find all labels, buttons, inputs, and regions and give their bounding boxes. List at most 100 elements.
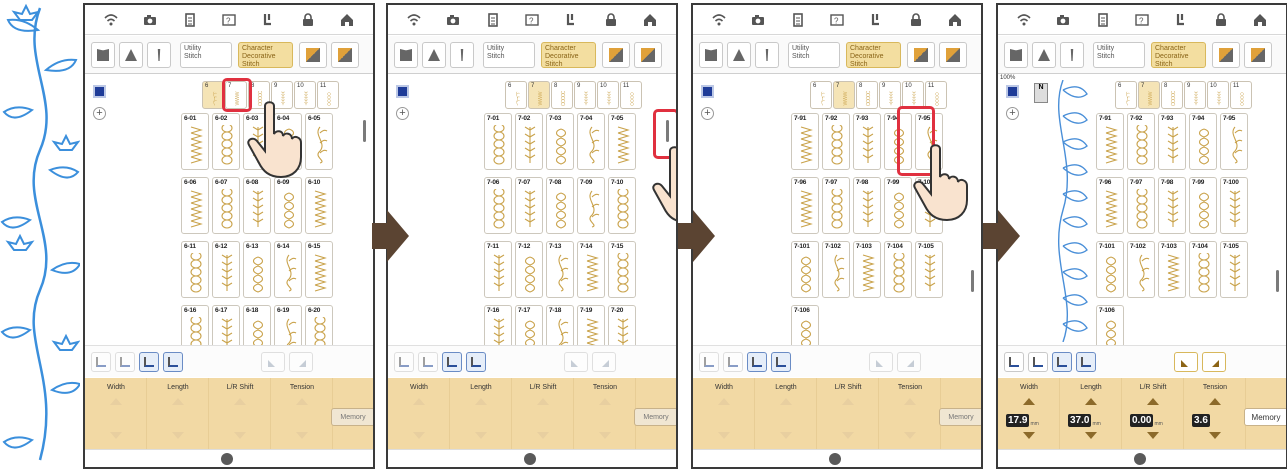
lock-icon[interactable] — [1213, 12, 1229, 28]
add-button[interactable]: + — [93, 107, 106, 120]
pattern-tab-9[interactable]: 9 — [879, 81, 901, 109]
stitch-tile[interactable]: 7-98 — [1158, 177, 1186, 234]
needle-button[interactable] — [147, 42, 171, 68]
home-button-icon[interactable] — [1134, 453, 1146, 465]
stitch-tile[interactable]: 7-95 — [1220, 113, 1248, 170]
help-icon[interactable]: ? — [1134, 12, 1150, 28]
book-button[interactable] — [1004, 42, 1028, 68]
stitch-tile[interactable]: 7-102 — [1127, 241, 1155, 298]
tension-decrease-button[interactable] — [1209, 432, 1221, 439]
width-increase-button[interactable] — [718, 398, 730, 405]
stitch-tile[interactable]: 7-101 — [791, 241, 819, 298]
mirror-up-button[interactable] — [261, 352, 285, 372]
mirror-up-button[interactable] — [869, 352, 893, 372]
stitch-tile[interactable]: 7-06 — [484, 177, 512, 234]
stitch-tile[interactable]: 7-101 — [1096, 241, 1124, 298]
scissors-button[interactable] — [723, 352, 743, 372]
stitch-tile[interactable]: 7-93 — [1158, 113, 1186, 170]
shift-increase-button[interactable] — [234, 398, 246, 405]
length-decrease-button[interactable] — [475, 432, 487, 439]
stitch-tile[interactable]: 6-08 — [243, 177, 271, 234]
pattern-tab-7[interactable]: 7 — [1138, 81, 1160, 109]
stitch-tile[interactable]: 6-10 — [305, 177, 333, 234]
thread-cutter-button[interactable] — [699, 352, 719, 372]
triangle-button[interactable] — [727, 42, 751, 68]
wifi-icon[interactable] — [1016, 12, 1032, 28]
stitch-tile[interactable]: 7-08 — [546, 177, 574, 234]
mirror-down-button[interactable] — [1202, 352, 1226, 372]
book-button[interactable] — [394, 42, 418, 68]
character-decorative-stitch-tab[interactable]: Character Decorative Stitch — [1151, 42, 1206, 68]
camera-icon[interactable] — [445, 12, 461, 28]
stitch-tile[interactable]: 6-13 — [243, 241, 271, 298]
length-increase-button[interactable] — [475, 398, 487, 405]
stitch-tile[interactable]: 7-09 — [577, 177, 605, 234]
width-increase-button[interactable] — [1023, 398, 1035, 405]
pattern-scrollbar[interactable] — [1276, 270, 1279, 292]
stitch-tile[interactable]: 7-92 — [822, 113, 850, 170]
pencil-button[interactable] — [939, 42, 967, 68]
width-increase-button[interactable] — [110, 398, 122, 405]
wifi-icon[interactable] — [711, 12, 727, 28]
pattern-tab-8[interactable]: 8 — [551, 81, 573, 109]
pattern-tab-6[interactable]: 6 — [810, 81, 832, 109]
stitch-tile[interactable]: 7-100 — [1220, 177, 1248, 234]
length-increase-button[interactable] — [1085, 398, 1097, 405]
presser-foot-icon[interactable] — [1173, 12, 1189, 28]
add-button[interactable]: + — [701, 107, 714, 120]
needle-stop-down-button[interactable] — [442, 352, 462, 372]
scissors-button[interactable] — [115, 352, 135, 372]
home-icon[interactable] — [339, 12, 355, 28]
pattern-tab-11[interactable]: 11 — [317, 81, 339, 109]
wifi-icon[interactable] — [406, 12, 422, 28]
help-icon[interactable]: ? — [829, 12, 845, 28]
mirror-down-button[interactable] — [897, 352, 921, 372]
stitch-tile[interactable]: 7-04 — [577, 113, 605, 170]
tension-decrease-button[interactable] — [904, 432, 916, 439]
shift-increase-button[interactable] — [842, 398, 854, 405]
stitch-tile[interactable]: 7-99 — [884, 177, 912, 234]
stitch-tile[interactable]: 7-98 — [853, 177, 881, 234]
pattern-tab-11[interactable]: 11 — [620, 81, 642, 109]
pattern-tab-6[interactable]: 6 — [505, 81, 527, 109]
shift-decrease-button[interactable] — [1147, 432, 1159, 439]
length-increase-button[interactable] — [780, 398, 792, 405]
edit-button[interactable] — [602, 42, 630, 68]
add-button[interactable]: + — [1006, 107, 1019, 120]
utility-stitch-tab[interactable]: Utility Stitch — [788, 42, 840, 68]
help-icon[interactable]: ? — [524, 12, 540, 28]
home-icon[interactable] — [642, 12, 658, 28]
stitch-tile[interactable]: 6-07 — [212, 177, 240, 234]
stitch-tile[interactable]: 7-91 — [791, 113, 819, 170]
stitch-tile[interactable]: 6-02 — [212, 113, 240, 170]
document-icon[interactable] — [790, 12, 806, 28]
thread-cutter-button[interactable] — [394, 352, 414, 372]
pattern-tab-10[interactable]: 10 — [597, 81, 619, 109]
mirror-down-button[interactable] — [592, 352, 616, 372]
stitch-tile[interactable]: 7-01 — [484, 113, 512, 170]
tension-decrease-button[interactable] — [599, 432, 611, 439]
character-decorative-stitch-tab[interactable]: Character Decorative Stitch — [846, 42, 901, 68]
triangle-button[interactable] — [422, 42, 446, 68]
pattern-scrollbar[interactable] — [971, 270, 974, 292]
camera-icon[interactable] — [1055, 12, 1071, 28]
needle-stop-up-button[interactable] — [1076, 352, 1096, 372]
stitch-tile[interactable]: 7-07 — [515, 177, 543, 234]
stitch-tile[interactable]: 6-11 — [181, 241, 209, 298]
home-icon[interactable] — [947, 12, 963, 28]
stitch-tile[interactable]: 7-91 — [1096, 113, 1124, 170]
width-decrease-button[interactable] — [110, 432, 122, 439]
document-icon[interactable] — [1095, 12, 1111, 28]
stitch-tile[interactable]: 6-15 — [305, 241, 333, 298]
length-increase-button[interactable] — [172, 398, 184, 405]
width-increase-button[interactable] — [413, 398, 425, 405]
document-icon[interactable] — [182, 12, 198, 28]
stitch-tile[interactable]: 7-14 — [577, 241, 605, 298]
pattern-tab-7[interactable]: 7 — [833, 81, 855, 109]
tension-increase-button[interactable] — [904, 398, 916, 405]
document-icon[interactable] — [485, 12, 501, 28]
stitch-tile[interactable]: 6-06 — [181, 177, 209, 234]
pencil-button[interactable] — [331, 42, 359, 68]
stitch-tile[interactable]: 7-97 — [1127, 177, 1155, 234]
stitch-tile[interactable]: 6-14 — [274, 241, 302, 298]
